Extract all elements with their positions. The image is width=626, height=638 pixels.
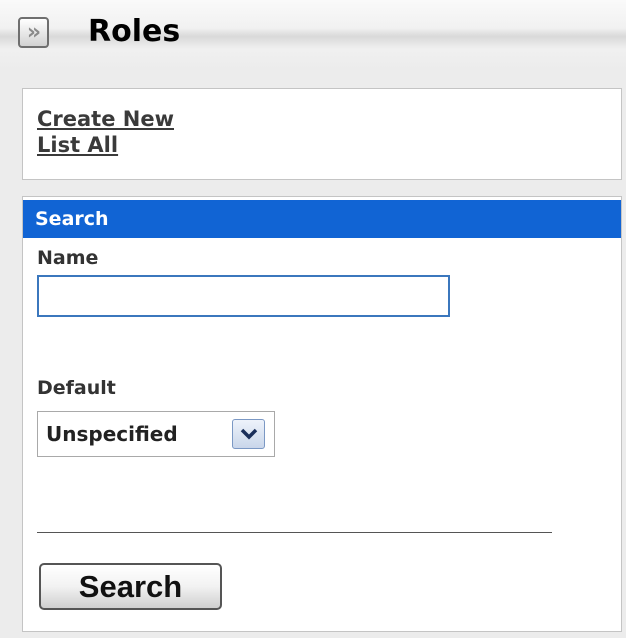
default-label: Default xyxy=(37,377,116,399)
default-select-value: Unspecified xyxy=(46,422,178,446)
actions-panel: Create New List All xyxy=(22,88,622,180)
search-button[interactable]: Search xyxy=(39,563,222,610)
chevron-down-icon[interactable] xyxy=(232,419,265,449)
list-all-link[interactable]: List All xyxy=(37,133,118,157)
name-label: Name xyxy=(37,247,99,269)
default-select[interactable]: Unspecified xyxy=(37,411,275,457)
divider xyxy=(37,532,552,533)
page-title: Roles xyxy=(88,14,181,49)
name-input[interactable] xyxy=(37,275,450,317)
collapse-glyph: » xyxy=(26,19,41,45)
double-chevron-right-icon[interactable]: » xyxy=(18,17,49,48)
page-header: » Roles xyxy=(0,0,626,70)
search-section-header: Search xyxy=(23,200,621,238)
search-panel: Search Name Default Unspecified Search xyxy=(22,196,622,632)
create-new-link[interactable]: Create New xyxy=(37,107,174,131)
